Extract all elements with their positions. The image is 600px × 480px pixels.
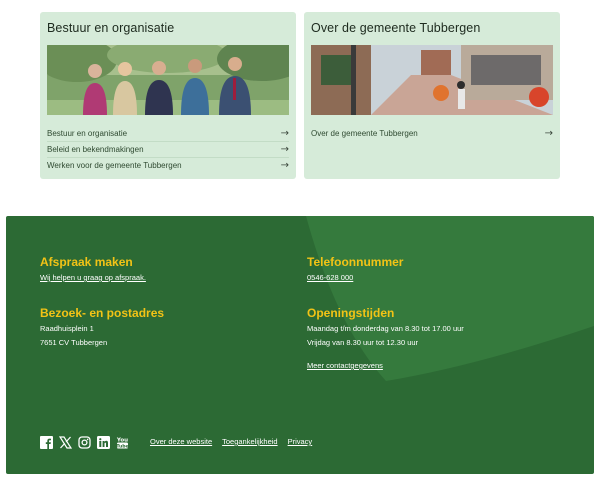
arrow-right-icon: →: [280, 144, 289, 155]
social-icons: You Tube: [40, 436, 129, 449]
hours-heading: Openingstijden: [307, 306, 395, 320]
card-title: Bestuur en organisatie: [47, 21, 175, 35]
footer-link-privacy[interactable]: Privacy: [288, 437, 313, 446]
x-icon[interactable]: [59, 436, 72, 449]
link-label: Werken voor de gemeente Tubbergen: [47, 161, 182, 170]
arrow-right-icon: →: [544, 128, 553, 139]
link-label: Bestuur en organisatie: [47, 129, 128, 138]
address-line-1: Raadhuisplein 1: [40, 324, 94, 333]
more-contact-link[interactable]: Meer contactgegevens: [307, 359, 383, 373]
footer: Afspraak maken Wij helpen u graag op afs…: [6, 216, 594, 474]
link-label: Beleid en bekendmakingen: [47, 145, 144, 154]
card-links: Over de gemeente Tubbergen →: [311, 126, 553, 141]
arrow-right-icon: →: [280, 160, 289, 171]
link-beleid-bekendmakingen[interactable]: Beleid en bekendmakingen →: [47, 142, 289, 158]
card-bestuur: Bestuur en organisatie Bestuur en organi…: [40, 12, 296, 179]
phone-number-link[interactable]: 0546-628 000: [307, 271, 353, 285]
arrow-right-icon: →: [280, 128, 289, 139]
link-bestuur-organisatie[interactable]: Bestuur en organisatie →: [47, 126, 289, 142]
linkedin-icon[interactable]: [97, 436, 110, 449]
address-heading: Bezoek- en postadres: [40, 306, 165, 320]
card-links: Bestuur en organisatie → Beleid en beken…: [47, 126, 289, 173]
youtube-icon[interactable]: You Tube: [116, 436, 129, 450]
card-title: Over de gemeente Tubbergen: [311, 21, 481, 35]
group-photo: [47, 45, 289, 115]
svg-text:Tube: Tube: [116, 443, 128, 449]
instagram-icon[interactable]: [78, 436, 91, 449]
hours-line-1: Maandag t/m donderdag van 8.30 tot 17.00…: [307, 324, 464, 333]
appointment-link[interactable]: Wij helpen u graag op afspraak.: [40, 271, 146, 285]
footer-bottom-links: Over deze website Toegankelijkheid Priva…: [150, 437, 312, 446]
address-line-2: 7651 CV Tubbergen: [40, 338, 108, 347]
hours-line-2: Vrijdag van 8.30 uur tot 12.30 uur: [307, 338, 419, 347]
footer-link-about[interactable]: Over deze website: [150, 437, 212, 446]
street-photo: [311, 45, 553, 115]
phone-heading: Telefoonnummer: [307, 255, 404, 269]
link-label: Over de gemeente Tubbergen: [311, 129, 418, 138]
card-over-gemeente: Over de gemeente Tubbergen Over de gemee…: [304, 12, 560, 179]
appointment-heading: Afspraak maken: [40, 255, 133, 269]
facebook-icon[interactable]: [40, 436, 53, 449]
link-over-gemeente[interactable]: Over de gemeente Tubbergen →: [311, 126, 553, 141]
link-werken-voor-gemeente[interactable]: Werken voor de gemeente Tubbergen →: [47, 158, 289, 173]
footer-link-accessibility[interactable]: Toegankelijkheid: [222, 437, 277, 446]
